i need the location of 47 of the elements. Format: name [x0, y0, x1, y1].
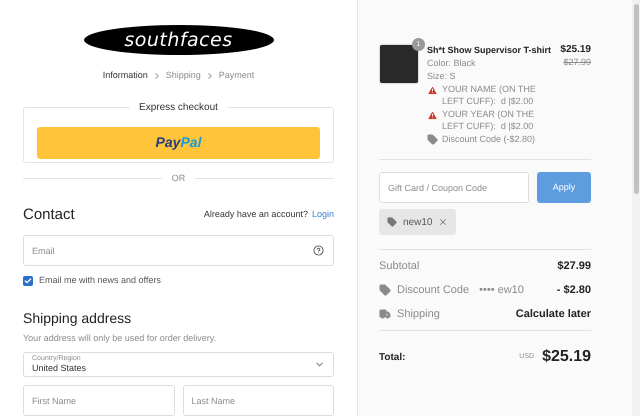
warning-icon [427, 85, 438, 96]
product-name: Sh*t Show Supervisor T-shirt [427, 44, 552, 56]
product-price: $25.19 [560, 44, 591, 56]
shipping-address-heading: Shipping address [23, 308, 132, 328]
express-checkout-title: Express checkout [129, 100, 228, 114]
tag-icon [379, 284, 391, 296]
login-link[interactable]: Login [312, 208, 334, 222]
last-name-field[interactable]: Last Name [182, 385, 334, 416]
discount-code-text: •••• ew10 [479, 282, 524, 298]
newsletter-label: Email me with news and offers [39, 274, 161, 288]
tag-icon [387, 217, 397, 227]
item-option: YOUR NAME (ON THE LEFT CUFF): d |$2.00 [442, 83, 552, 107]
summary-value: $27.99 [557, 258, 591, 274]
breadcrumb-step[interactable]: Payment [218, 69, 254, 82]
item-discount: Discount Code (-$2.80) [442, 133, 536, 145]
contact-heading: Contact [23, 204, 75, 225]
product-photo-placeholder [379, 44, 419, 84]
scrollbar-thumb[interactable] [634, 4, 638, 194]
newsletter-checkbox[interactable] [23, 276, 33, 286]
breadcrumb-step[interactable]: Information [102, 69, 148, 82]
item-option: YOUR YEAR (ON THE LEFT CUFF): d |$2.00 [442, 108, 552, 132]
tag-icon [427, 134, 438, 144]
or-divider-text: OR [172, 172, 186, 186]
email-field[interactable]: Email [23, 235, 334, 266]
warning-icon [427, 110, 438, 121]
item-detail: Color: Black [427, 57, 477, 69]
summary-label: Shipping [397, 306, 440, 322]
summary-value: - $2.80 [556, 282, 591, 298]
item-detail: Size: S [427, 70, 457, 82]
country-value: United States [32, 363, 86, 375]
original-price: $27.99 [563, 56, 591, 68]
breadcrumb-step[interactable]: Shipping [166, 69, 201, 82]
coupon-field[interactable]: Gift Card / Coupon Code [379, 172, 529, 203]
account-prompt: Already have an account? [204, 208, 308, 222]
total-label: Total: [379, 350, 406, 364]
logo[interactable]: southfaces [84, 25, 274, 55]
applied-code: new10 [403, 216, 432, 230]
help-icon[interactable] [313, 245, 324, 256]
summary-value: Calculate later [516, 306, 591, 322]
truck-icon [379, 308, 391, 320]
first-name-field[interactable]: First Name [23, 385, 174, 416]
summary-label: Subtotal [379, 258, 420, 274]
remove-icon[interactable] [438, 217, 448, 227]
paypal-button[interactable]: PayPal [37, 126, 320, 158]
total-amount: $25.19 [542, 347, 591, 367]
summary-label: Discount Code [397, 282, 470, 298]
shipping-address-note: Your address will only be used for order delivery. [23, 332, 218, 345]
